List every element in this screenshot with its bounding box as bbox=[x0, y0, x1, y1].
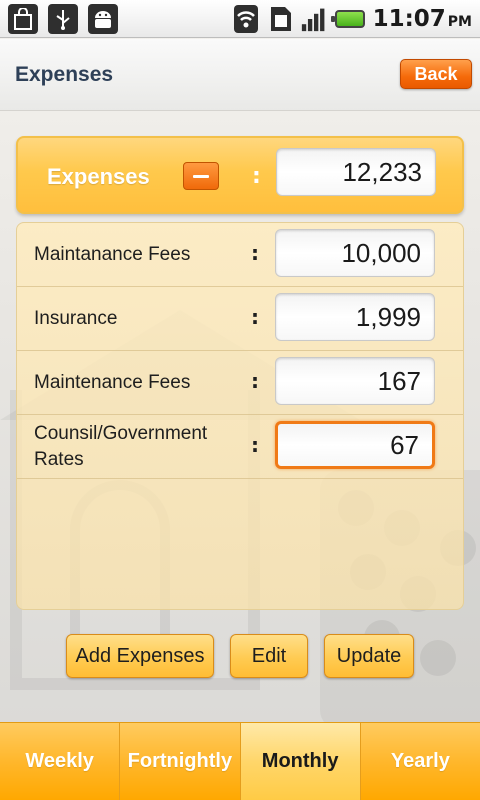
header: Expenses Back bbox=[0, 39, 480, 111]
tab-yearly[interactable]: Yearly bbox=[361, 723, 480, 800]
expense-row: Counsil/Government Rates : 67 bbox=[17, 415, 463, 479]
expense-row: Maintenance Fees : 167 bbox=[17, 351, 463, 415]
bag-icon bbox=[8, 3, 38, 34]
android-icon bbox=[88, 3, 118, 34]
minus-icon bbox=[193, 174, 209, 178]
expense-value-field[interactable]: 1,999 bbox=[275, 293, 435, 341]
total-colon: : bbox=[252, 164, 261, 189]
sim-icon bbox=[267, 5, 293, 33]
expense-row: Maintanance Fees : 10,000 bbox=[17, 223, 463, 287]
expense-row: Insurance : 1,999 bbox=[17, 287, 463, 351]
total-label: Expenses bbox=[47, 164, 150, 189]
total-value-field[interactable]: 12,233 bbox=[276, 148, 436, 196]
expense-colon: : bbox=[251, 369, 259, 393]
usb-icon bbox=[48, 3, 78, 34]
expense-label: Insurance bbox=[34, 308, 118, 329]
expense-value-field[interactable]: 10,000 bbox=[275, 229, 435, 277]
tab-fortnightly[interactable]: Fortnightly bbox=[120, 723, 241, 800]
collapse-button[interactable] bbox=[183, 162, 219, 190]
total-expenses-card: Expenses : 12,233 bbox=[16, 136, 464, 214]
add-expenses-button[interactable]: Add Expenses bbox=[66, 634, 214, 678]
signal-icon bbox=[301, 5, 327, 33]
expense-colon: : bbox=[251, 433, 259, 457]
page-title: Expenses bbox=[15, 63, 114, 86]
wifi-icon bbox=[233, 4, 259, 33]
status-bar: 11:07 PM bbox=[0, 0, 480, 38]
tab-weekly[interactable]: Weekly bbox=[0, 723, 121, 800]
edit-button[interactable]: Edit bbox=[230, 634, 308, 678]
tab-monthly[interactable]: Monthly bbox=[240, 723, 361, 800]
expense-value-field[interactable]: 167 bbox=[275, 357, 435, 405]
expense-colon: : bbox=[251, 241, 259, 265]
expense-value-field-focused[interactable]: 67 bbox=[275, 421, 435, 469]
expense-colon: : bbox=[251, 305, 259, 329]
update-button[interactable]: Update bbox=[324, 634, 414, 678]
period-tab-bar: Weekly Fortnightly Monthly Yearly bbox=[0, 722, 480, 800]
battery-icon bbox=[330, 9, 365, 28]
expense-label: Maintenance Fees bbox=[34, 372, 191, 393]
expense-items-panel: Maintanance Fees : 10,000 Insurance : 1,… bbox=[16, 222, 464, 610]
status-clock: 11:07 PM bbox=[372, 5, 472, 32]
expense-label: Maintanance Fees bbox=[34, 244, 191, 265]
back-button[interactable]: Back bbox=[400, 59, 472, 89]
expense-label: Counsil/Government Rates bbox=[34, 423, 208, 470]
